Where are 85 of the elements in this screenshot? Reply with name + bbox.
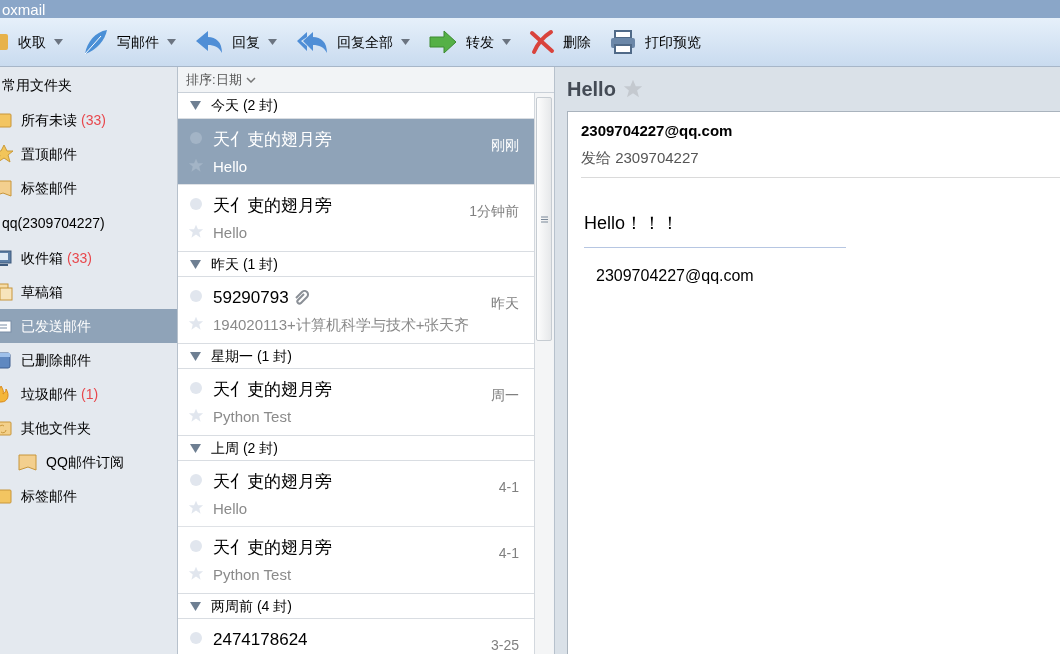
unread-dot-icon[interactable]: [189, 540, 202, 552]
star-icon[interactable]: [187, 408, 204, 423]
folder-item[interactable]: 所有未读 (33): [0, 103, 177, 137]
printer-icon: [609, 29, 637, 55]
group-header: 昨天 (1 封): [211, 254, 278, 274]
unread-dot-icon[interactable]: [189, 198, 202, 210]
toolbar-button[interactable]: 回复全部: [293, 24, 412, 60]
toolbar-button[interactable]: 回复: [192, 24, 279, 60]
sender-name: 天亻吏的翅月旁: [213, 129, 332, 151]
folder-item[interactable]: 已删除邮件: [0, 343, 177, 377]
folder-item[interactable]: 置顶邮件: [0, 137, 177, 171]
documents-icon: [0, 283, 13, 301]
collapse-triangle-icon[interactable]: [190, 259, 201, 269]
signature-text: 2309704227@qq.com: [596, 266, 755, 286]
group-header: 上周 (2 封): [211, 438, 278, 458]
star-icon[interactable]: [621, 78, 644, 100]
toolbar-button[interactable]: 写邮件: [79, 24, 178, 60]
star-icon[interactable]: [187, 566, 204, 581]
delete-cross-icon: [529, 29, 555, 55]
unread-dot-icon[interactable]: [189, 290, 202, 302]
envelope-icon: [0, 317, 13, 335]
reply-icon: [194, 29, 224, 55]
trash-can-icon: [0, 351, 13, 369]
collapse-triangle-icon[interactable]: [190, 443, 201, 453]
sender-name: 天亻吏的翅月旁: [213, 195, 332, 217]
collapse-triangle-icon[interactable]: [190, 101, 201, 110]
toolbar-button[interactable]: 打印预览: [607, 24, 703, 60]
message-time: 昨天: [491, 295, 519, 311]
section-header[interactable]: 常用文件夹: [0, 67, 177, 103]
collapse-triangle-icon[interactable]: [190, 601, 201, 611]
message-time: 4-1: [498, 545, 519, 561]
unread-dot-icon[interactable]: [189, 474, 202, 486]
forward-arrow-icon: [428, 30, 458, 54]
message-time: 4-1: [498, 479, 519, 495]
folder-item[interactable]: 收件箱 (33): [0, 241, 177, 275]
toolbar-button[interactable]: 转发: [426, 24, 513, 60]
email-body-text: Hello！！！: [584, 210, 846, 248]
sender-name: 2474178624: [213, 629, 308, 651]
message-subject: Python Test: [213, 406, 293, 427]
folder-icon: [0, 419, 13, 437]
message-time: 1分钟前: [469, 203, 519, 219]
group-header: 两周前 (4 封): [211, 596, 292, 616]
email-subject: Hello: [567, 77, 616, 102]
sort-dropdown[interactable]: 排序:日期: [186, 69, 256, 90]
folder-item[interactable]: 标签邮件: [0, 479, 177, 513]
sender-name: 59290793: [213, 287, 289, 309]
sender-name: 天亻吏的翅月旁: [213, 471, 332, 493]
message-time: 3-25: [490, 637, 519, 653]
window-title: oxmail: [1, 1, 46, 17]
message-subject: Hello: [213, 156, 249, 177]
unread-dot-icon[interactable]: [189, 382, 202, 394]
collapse-triangle-icon[interactable]: [190, 351, 201, 361]
star-icon[interactable]: [187, 316, 204, 331]
folder-item[interactable]: 标签邮件: [0, 171, 177, 205]
bookmark-icon: [18, 453, 38, 471]
folder-icon: [0, 111, 13, 129]
folder-item[interactable]: QQ邮件订阅: [0, 445, 177, 479]
group-header: 今天 (2 封): [211, 96, 278, 115]
section-header[interactable]: qq(2309704227): [0, 205, 177, 241]
reply-all-icon: [295, 29, 329, 55]
star-icon: [0, 145, 13, 163]
sender-name: 天亻吏的翅月旁: [213, 537, 332, 559]
toolbar-button[interactable]: 收取: [0, 24, 65, 60]
folder-icon: [0, 487, 13, 505]
sender-address: 2309704227@qq.com: [581, 121, 734, 141]
star-icon[interactable]: [187, 500, 204, 515]
message-subject: Python Test: [213, 564, 293, 585]
message-subject: 194020113+计算机科学与技术+张天齐: [213, 314, 471, 335]
grip-icon[interactable]: [540, 215, 548, 223]
message-subject: Hello: [213, 498, 249, 519]
message-subject: Hello: [213, 222, 249, 243]
folder-item[interactable]: 垃圾邮件 (1): [0, 377, 177, 411]
toolbar-button[interactable]: 删除: [527, 24, 593, 60]
recipient-line: 发给 2309704227: [581, 142, 1060, 178]
bookmark-icon: [0, 179, 13, 197]
unread-dot-icon[interactable]: [189, 632, 202, 644]
message-time: 周一: [491, 387, 519, 403]
chevron-down-icon: [245, 76, 256, 83]
message-time: 刚刚: [491, 137, 519, 153]
folder-item[interactable]: 草稿箱: [0, 275, 177, 309]
star-icon[interactable]: [187, 224, 204, 239]
folder-item[interactable]: 其他文件夹: [0, 411, 177, 445]
scrollbar[interactable]: [534, 93, 553, 654]
group-header: 星期一 (1 封): [211, 346, 292, 366]
sender-name: 天亻吏的翅月旁: [213, 379, 332, 401]
